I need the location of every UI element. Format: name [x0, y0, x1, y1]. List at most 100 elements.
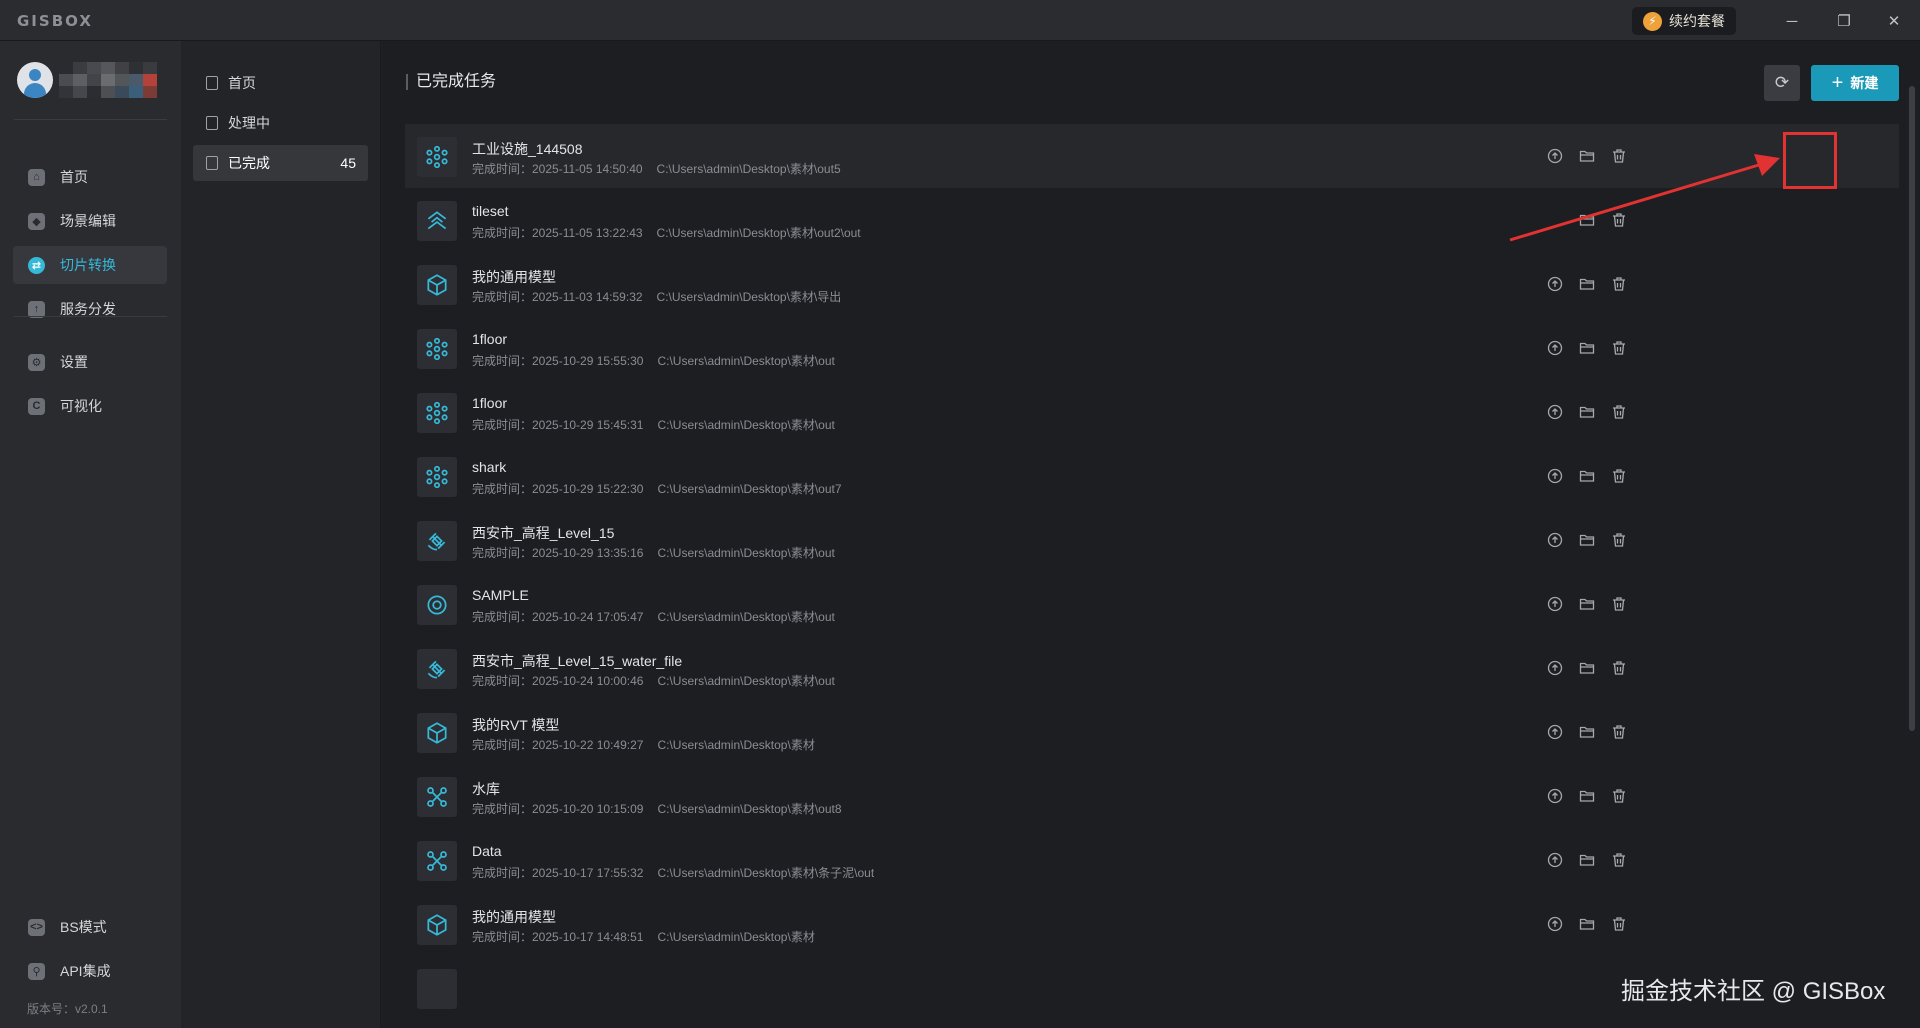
task-row[interactable]: SAMPLE 完成时间：2025-10-24 17:05:47 C:\Users\a… [405, 572, 1899, 636]
delete-icon[interactable] [1611, 788, 1627, 804]
task-time: 完成时间：2025-10-22 10:49:27 [472, 738, 644, 752]
sidebar-item-visualization[interactable]: C 可视化 [13, 387, 167, 425]
sidebar-item-api[interactable]: ⚲ API集成 [13, 952, 167, 990]
publish-upload-icon[interactable] [1547, 788, 1563, 804]
delete-icon[interactable] [1611, 532, 1627, 548]
task-row[interactable]: 水库 完成时间：2025-10-20 10:15:09 C:\Users\admin… [405, 764, 1899, 828]
user-profile[interactable] [17, 62, 157, 98]
subnav-item-processing[interactable]: 处理中 [193, 105, 368, 141]
subnav-item-home[interactable]: 首页 [193, 65, 368, 101]
task-row[interactable]: 1floor 完成时间：2025-10-29 15:55:30 C:\Users\a… [405, 316, 1899, 380]
code-icon: <> [28, 918, 45, 936]
task-meta: 完成时间：2025-10-29 13:35:16 C:\Users\admin\D… [472, 544, 835, 561]
open-folder-icon[interactable] [1579, 852, 1595, 868]
home-icon [206, 76, 218, 90]
annotation-arrow [1509, 154, 1780, 242]
restore-icon[interactable]: ❐ [1827, 8, 1861, 34]
sidebar-item-home[interactable]: ⌂ 首页 [13, 158, 167, 196]
task-meta: 完成时间：2025-10-17 17:55:32 C:\Users\admin\D… [472, 864, 874, 881]
sidebar-item-label: 切片转换 [60, 257, 116, 273]
task-name: 西安市_高程_Level_15 [472, 525, 615, 541]
delete-icon[interactable] [1611, 468, 1627, 484]
task-path: C:\Users\admin\Desktop\素材\导出 [656, 290, 842, 304]
minimize-icon[interactable]: ─ [1775, 8, 1809, 34]
publish-upload-icon[interactable] [1547, 596, 1563, 612]
target-icon [417, 585, 457, 625]
subnav-item-completed[interactable]: 已完成 45 [193, 145, 368, 181]
task-path: C:\Users\admin\Desktop\素材\out [657, 546, 835, 560]
task-time: 完成时间：2025-10-29 15:55:30 [472, 354, 644, 368]
avatar[interactable] [17, 62, 53, 98]
task-row[interactable]: 我的通用模型完成时间：2025-10-17 14:48:51 C:\Users\a… [405, 892, 1899, 956]
renew-plan-button[interactable]: ⚡ 续约套餐 [1632, 7, 1736, 35]
open-folder-icon[interactable] [1579, 468, 1595, 484]
scrollbar[interactable] [1909, 86, 1915, 731]
username-redacted [59, 62, 157, 98]
task-row[interactable]: 西安市_高程_Level_15_water_file 完成时间：2025-10-2… [405, 636, 1899, 700]
delete-icon[interactable] [1611, 916, 1627, 932]
open-folder-icon[interactable] [1579, 596, 1595, 612]
task-path: C:\Users\admin\Desktop\素材 [657, 930, 815, 944]
task-name: 我的通用模型 [472, 909, 556, 925]
new-task-button[interactable]: + 新建 [1811, 65, 1899, 101]
sidebar-item-label: 首页 [60, 169, 88, 185]
task-meta: 完成时间：2025-11-05 13:22:43 C:\Users\admin\D… [472, 224, 861, 241]
task-meta: 完成时间：2025-10-24 17:05:47 C:\Users\admin\D… [472, 608, 835, 625]
point-cloud-icon [417, 137, 457, 177]
cube-model-icon [417, 265, 457, 305]
publish-upload-icon[interactable] [1547, 340, 1563, 356]
delete-icon[interactable] [1611, 340, 1627, 356]
open-folder-icon[interactable] [1579, 532, 1595, 548]
task-name: shark [472, 459, 507, 475]
task-row[interactable]: 西安市_高程_Level_15 完成时间：2025-10-29 13:35:16 C… [405, 508, 1899, 572]
open-folder-icon[interactable] [1579, 660, 1595, 676]
sidebar-item-scene-edit[interactable]: ◆ 场景编辑 [13, 202, 167, 240]
delete-icon[interactable] [1611, 404, 1627, 420]
close-icon[interactable]: ✕ [1877, 8, 1911, 34]
delete-icon[interactable] [1611, 276, 1627, 292]
publish-upload-icon[interactable] [1547, 660, 1563, 676]
delete-icon[interactable] [1611, 724, 1627, 740]
publish-upload-icon[interactable] [1547, 532, 1563, 548]
task-row[interactable]: Data 完成时间：2025-10-17 17:55:32 C:\Users\adm… [405, 828, 1899, 892]
refresh-icon: ⟳ [1774, 73, 1790, 92]
publish-upload-icon[interactable] [1547, 916, 1563, 932]
open-folder-icon[interactable] [1579, 340, 1595, 356]
task-row[interactable]: 我的通用模型 完成时间：2025-11-03 14:59:32 C:\Users\a… [405, 252, 1899, 316]
task-time: 完成时间：2025-11-05 13:22:43 [472, 226, 643, 240]
task-time: 完成时间：2025-10-29 15:45:31 [472, 418, 644, 432]
completed-count-badge: 45 [340, 155, 356, 171]
sidebar-item-service-publish[interactable]: ↑ 服务分发 [13, 290, 167, 328]
sidebar-item-tile-convert[interactable]: ⇄ 切片转换 [13, 246, 167, 284]
task-time: 完成时间：2025-10-17 14:48:51 [472, 930, 644, 944]
task-row[interactable]: 1floor 完成时间：2025-10-29 15:45:31 C:\Users\a… [405, 380, 1899, 444]
delete-icon[interactable] [1611, 660, 1627, 676]
task-meta: 完成时间：2025-10-29 15:22:30 C:\Users\admin\D… [472, 480, 842, 497]
sidebar: ⌂ 首页 ◆ 场景编辑 ⇄ 切片转换 ↑ 服务分发 ⚙ 设置 C 可视化 <> … [0, 41, 181, 1028]
task-list: 工业设施_144508 完成时间：2025-11-05 14:50:40 C:\Us… [405, 124, 1899, 1014]
task-path: C:\Users\admin\Desktop\素材\out [657, 610, 835, 624]
task-row[interactable]: 我的RVT 模型 完成时间：2025-10-22 10:49:27 C:\Users… [405, 700, 1899, 764]
open-folder-icon[interactable] [1579, 724, 1595, 740]
publish-upload-icon[interactable] [1547, 852, 1563, 868]
open-folder-icon[interactable] [1579, 916, 1595, 932]
publish-upload-icon[interactable] [1547, 724, 1563, 740]
refresh-button[interactable]: ⟳ [1764, 65, 1800, 101]
document-icon [206, 116, 218, 130]
annotation-arrow-line [1509, 162, 1763, 242]
sidebar-item-bs-mode[interactable]: <> BS模式 [13, 908, 167, 946]
publish-upload-icon[interactable] [1547, 404, 1563, 420]
subnav: 首页 处理中 已完成 45 [181, 41, 381, 1028]
publish-upload-icon[interactable] [1547, 468, 1563, 484]
delete-icon[interactable] [1611, 596, 1627, 612]
delete-icon[interactable] [1611, 852, 1627, 868]
publish-upload-icon[interactable] [1547, 276, 1563, 292]
task-meta: 完成时间：2025-10-29 15:55:30 C:\Users\admin\D… [472, 352, 835, 369]
open-folder-icon[interactable] [1579, 788, 1595, 804]
open-folder-icon[interactable] [1579, 404, 1595, 420]
network-icon [417, 777, 457, 817]
open-folder-icon[interactable] [1579, 276, 1595, 292]
sidebar-item-settings[interactable]: ⚙ 设置 [13, 343, 167, 381]
point-cloud-icon [417, 329, 457, 369]
task-row[interactable]: shark 完成时间：2025-10-29 15:22:30 C:\Users\ad… [405, 444, 1899, 508]
